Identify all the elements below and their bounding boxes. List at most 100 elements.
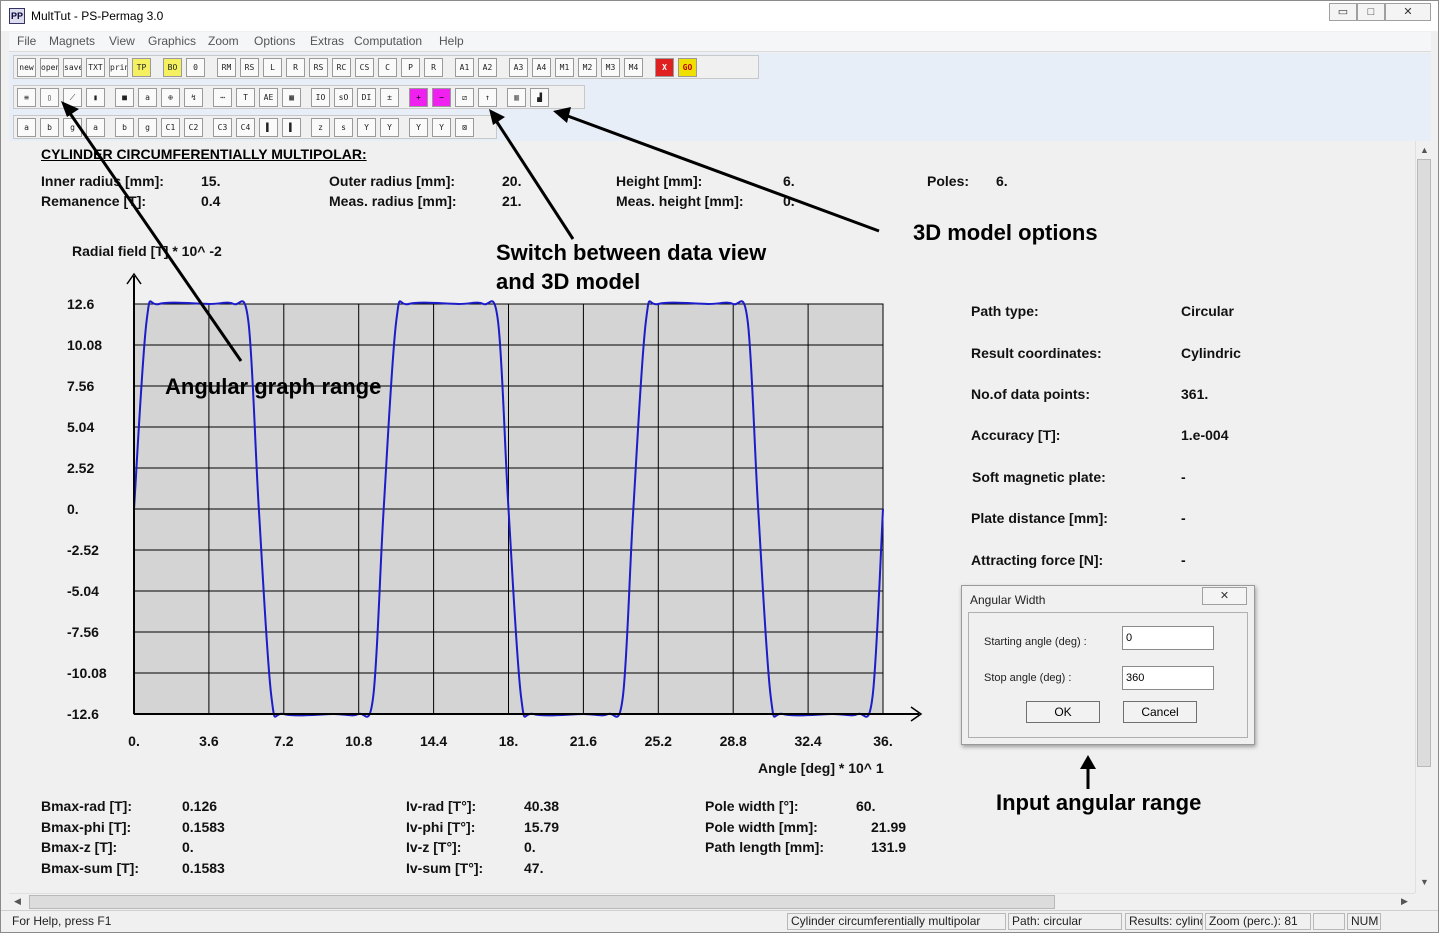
toolbar-button-1-20[interactable]: A2 — [478, 58, 497, 77]
toolbar-button-3-12[interactable]: ▌ — [282, 118, 301, 137]
toolbar-button-2-12[interactable]: ▦ — [282, 88, 301, 107]
toolbar-button-3-7[interactable]: C1 — [161, 118, 180, 137]
menu-graphics[interactable]: Graphics — [148, 34, 196, 48]
toolbar-button-1-14[interactable]: RC — [332, 58, 351, 77]
toolbar-button-2-14[interactable]: sO — [334, 88, 353, 107]
cancel-button[interactable]: Cancel — [1123, 701, 1197, 723]
toolbar-button-2-22[interactable]: ▟ — [530, 88, 549, 107]
toolbar-button-1-9[interactable]: RM — [217, 58, 236, 77]
dialog-close-button[interactable]: ✕ — [1202, 587, 1247, 605]
toolbar-button-3-8[interactable]: C2 — [184, 118, 203, 137]
toolbar-button-1-26[interactable]: M4 — [624, 58, 643, 77]
toolbar-button-3-9[interactable]: C3 — [213, 118, 232, 137]
toolbar-button-2-18[interactable]: − — [432, 88, 451, 107]
toolbar-button-2-1[interactable]: ≡ — [17, 88, 36, 107]
toolbar-button-1-3[interactable]: save — [63, 58, 82, 77]
toolbar-button-2-2[interactable]: ▯ — [40, 88, 59, 107]
scroll-down-icon[interactable]: ▼ — [1420, 877, 1429, 887]
scroll-left-icon[interactable]: ◀ — [14, 896, 21, 907]
meas-radius-label: Meas. radius [mm]: — [329, 193, 457, 209]
toolbar-button-1-21[interactable]: A3 — [509, 58, 528, 77]
horizontal-scrollbar[interactable]: ◀ ▶ — [9, 893, 1415, 910]
outer-radius-value: 20. — [502, 173, 522, 189]
toolbar-row-1: newopensaveTXTprintTPBO0RMRSLRRSRCCSCPRA… — [13, 55, 759, 79]
toolbar-button-1-25[interactable]: M3 — [601, 58, 620, 77]
toolbar-button-3-18[interactable]: Y — [432, 118, 451, 137]
toolbar-button-1-11[interactable]: L — [263, 58, 282, 77]
toolbar-button-1-4[interactable]: TXT — [86, 58, 105, 77]
toolbar-button-3-3[interactable]: g — [63, 118, 82, 137]
toolbar-button-3-15[interactable]: Y — [357, 118, 376, 137]
toolbar-button-2-6[interactable]: a — [138, 88, 157, 107]
toolbar-button-1-1[interactable]: new — [17, 58, 36, 77]
toolbar-button-2-3[interactable]: ⟋ — [63, 88, 82, 107]
toolbar-button-1-6[interactable]: TP — [132, 58, 151, 77]
toolbar-button-3-6[interactable]: g — [138, 118, 157, 137]
minimize-button[interactable]: ▭ — [1329, 3, 1357, 21]
toolbar-button-2-20[interactable]: ↑ — [478, 88, 497, 107]
toolbar-button-2-13[interactable]: IO — [311, 88, 330, 107]
toolbar-button-2-11[interactable]: AE — [259, 88, 278, 107]
toolbar-button-1-24[interactable]: M2 — [578, 58, 597, 77]
toolbar-button-1-23[interactable]: M1 — [555, 58, 574, 77]
toolbar-button-3-16[interactable]: Y — [380, 118, 399, 137]
toolbar-button-3-14[interactable]: s — [334, 118, 353, 137]
close-button[interactable]: ✕ — [1385, 3, 1431, 21]
toolbar-button-2-4[interactable]: ▮ — [86, 88, 105, 107]
toolbar-button-2-19[interactable]: ⧄ — [455, 88, 474, 107]
toolbar-button-3-17[interactable]: Y — [409, 118, 428, 137]
horizontal-scroll-thumb[interactable] — [29, 895, 1055, 909]
toolbar-button-3-13[interactable]: z — [311, 118, 330, 137]
toolbar-button-1-12[interactable]: R — [286, 58, 305, 77]
stop-angle-input[interactable] — [1122, 666, 1214, 690]
menu-view[interactable]: View — [109, 34, 135, 48]
toolbar-button-2-16[interactable]: ± — [380, 88, 399, 107]
toolbar-button-1-8[interactable]: 0 — [186, 58, 205, 77]
toolbar-button-1-16[interactable]: C — [378, 58, 397, 77]
menu-file[interactable]: File — [17, 34, 36, 48]
toolbar-button-3-4[interactable]: a — [86, 118, 105, 137]
toolbar-button-1-13[interactable]: RS — [309, 58, 328, 77]
menu-help[interactable]: Help — [439, 34, 464, 48]
toolbar-button-1-5[interactable]: print — [109, 58, 128, 77]
toolbar-button-1-2[interactable]: open — [40, 58, 59, 77]
toolbar-button-1-17[interactable]: P — [401, 58, 420, 77]
toolbar-button-3-2[interactable]: b — [40, 118, 59, 137]
window-title: MultTut - PS-Permag 3.0 — [31, 9, 164, 23]
vertical-scroll-thumb[interactable] — [1417, 159, 1431, 767]
toolbar-button-1-15[interactable]: CS — [355, 58, 374, 77]
ok-button[interactable]: OK — [1026, 701, 1100, 723]
scroll-right-icon[interactable]: ▶ — [1401, 896, 1408, 907]
toolbar-button-1-10[interactable]: RS — [240, 58, 259, 77]
scroll-up-icon[interactable]: ▲ — [1420, 145, 1429, 155]
toolbar-button-1-28[interactable]: GO — [678, 58, 697, 77]
menu-magnets[interactable]: Magnets — [49, 34, 95, 48]
menu-computation[interactable]: Computation — [354, 34, 422, 48]
toolbar-button-2-10[interactable]: T — [236, 88, 255, 107]
toolbar-button-2-17[interactable]: + — [409, 88, 428, 107]
menu-zoom[interactable]: Zoom — [208, 34, 239, 48]
start-angle-input[interactable] — [1122, 626, 1214, 650]
toolbar-button-3-11[interactable]: ▌ — [259, 118, 278, 137]
maximize-button[interactable]: □ — [1357, 3, 1385, 21]
menu-options[interactable]: Options — [254, 34, 295, 48]
toolbar-button-3-19[interactable]: ⊠ — [455, 118, 474, 137]
toolbar-button-1-19[interactable]: A1 — [455, 58, 474, 77]
menu-extras[interactable]: Extras — [310, 34, 344, 48]
y-tick-label: 10.08 — [67, 337, 102, 353]
toolbar-button-3-1[interactable]: a — [17, 118, 36, 137]
toolbar-button-2-15[interactable]: DI — [357, 88, 376, 107]
toolbar-button-1-18[interactable]: R — [424, 58, 443, 77]
toolbar-button-2-9[interactable]: ⋯ — [213, 88, 232, 107]
toolbar-button-2-8[interactable]: ↯ — [184, 88, 203, 107]
toolbar-button-1-22[interactable]: A4 — [532, 58, 551, 77]
toolbar-button-1-7[interactable]: BO — [163, 58, 182, 77]
result-coords-value: Cylindric — [1181, 345, 1241, 361]
toolbar-button-2-21[interactable]: ▥ — [507, 88, 526, 107]
toolbar-button-2-7[interactable]: ⊕ — [161, 88, 180, 107]
vertical-scrollbar[interactable]: ▲ ▼ — [1415, 141, 1432, 893]
toolbar-button-2-5[interactable]: ■ — [115, 88, 134, 107]
toolbar-button-1-27[interactable]: X — [655, 58, 674, 77]
toolbar-button-3-10[interactable]: C4 — [236, 118, 255, 137]
toolbar-button-3-5[interactable]: b — [115, 118, 134, 137]
